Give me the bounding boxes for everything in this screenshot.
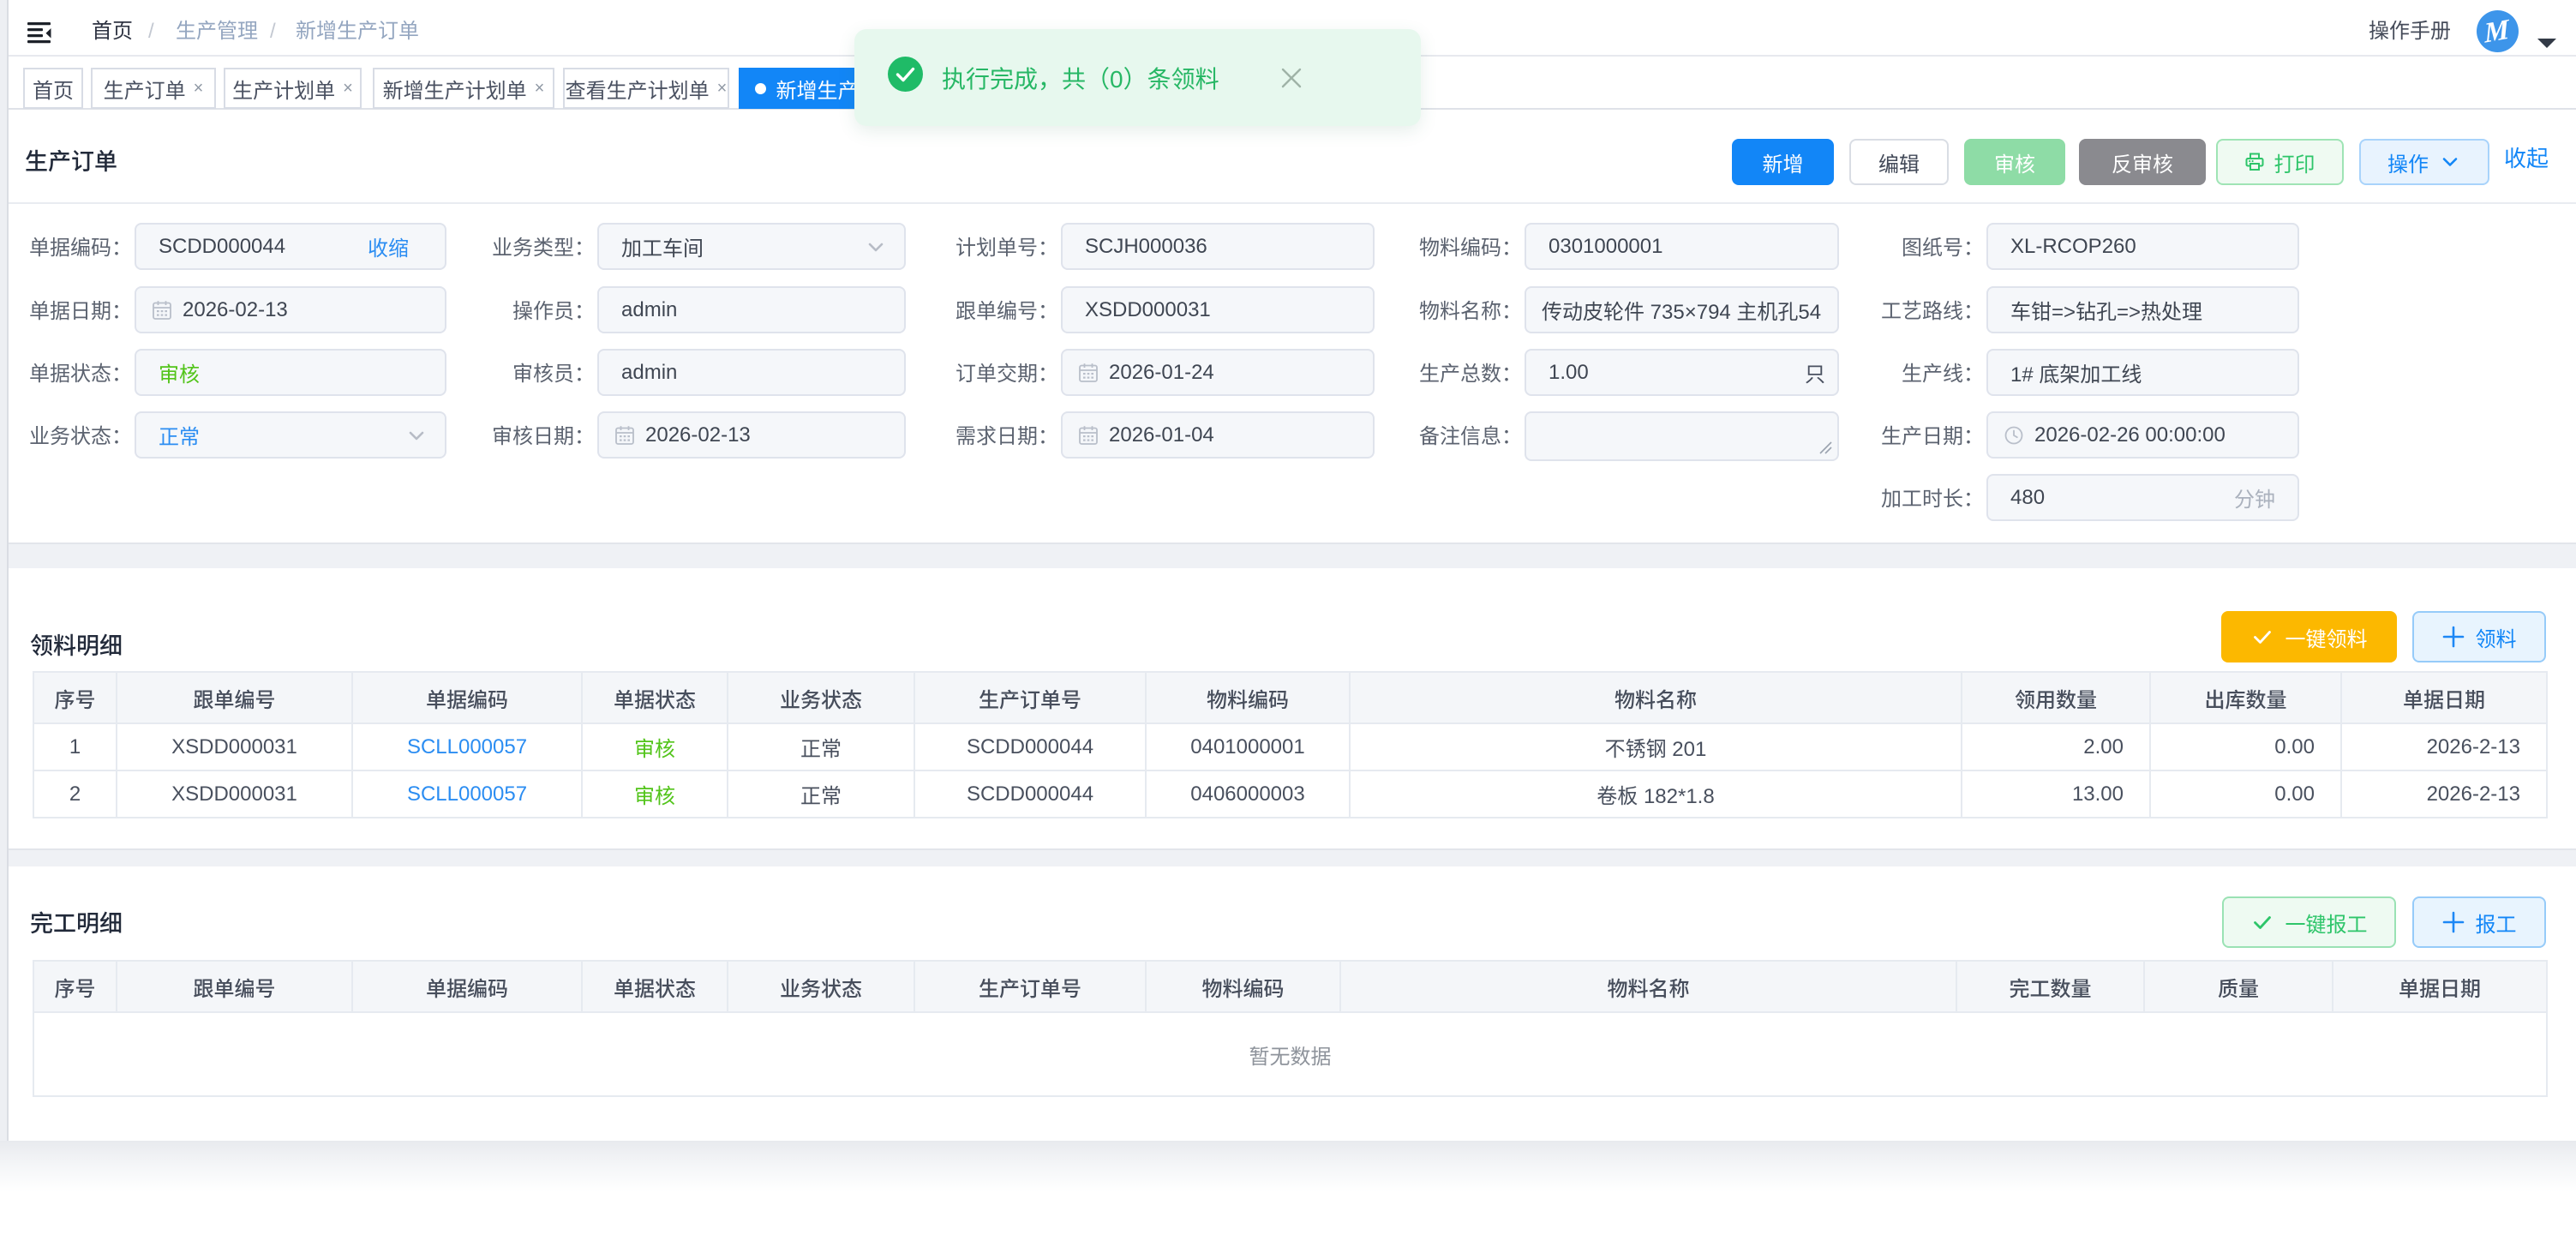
svg-text:M: M: [2483, 14, 2512, 50]
